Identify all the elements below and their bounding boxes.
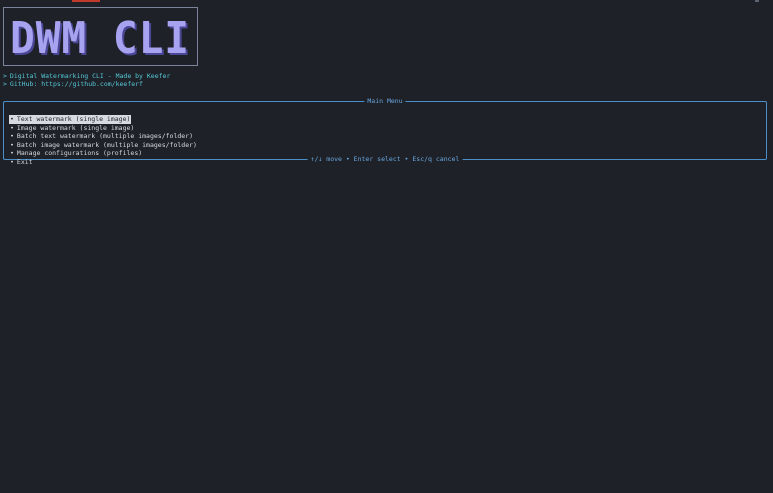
main-menu-title: Main Menu	[364, 97, 406, 106]
chevron-right-icon: >	[3, 80, 7, 88]
bullet-icon: •	[10, 157, 14, 166]
main-menu-list: • Text watermark (single image) • Image wa…	[9, 106, 198, 166]
banner-logo-text: DWM CLI	[10, 13, 190, 62]
menu-item-label: Exit	[16, 157, 33, 166]
info-line-github: > GitHub: https://github.com/keeferf	[3, 80, 143, 88]
menu-item-label: Manage configurations (profiles)	[16, 149, 143, 158]
info-github-text: GitHub: https://github.com/keeferf	[9, 80, 143, 88]
top-tab-indicator	[72, 0, 100, 2]
info-line-credits: > Digital Watermarking CLI - Made by Keef…	[3, 72, 170, 80]
banner-logo: DWM CLI DWM CLI	[10, 13, 191, 62]
main-menu-panel: Main Menu • Text watermark (single image)…	[3, 97, 767, 166]
chevron-right-icon: >	[3, 72, 7, 80]
keyboard-hint-footer: ↑/↓ move • Enter select • Esc/q cancel	[307, 155, 463, 164]
info-credits-text: Digital Watermarking CLI - Made by Keefe…	[9, 72, 171, 80]
banner-box: DWM CLI DWM CLI	[3, 7, 198, 66]
menu-item-exit[interactable]: • Exit	[9, 158, 34, 166]
top-right-indicator	[755, 0, 759, 2]
